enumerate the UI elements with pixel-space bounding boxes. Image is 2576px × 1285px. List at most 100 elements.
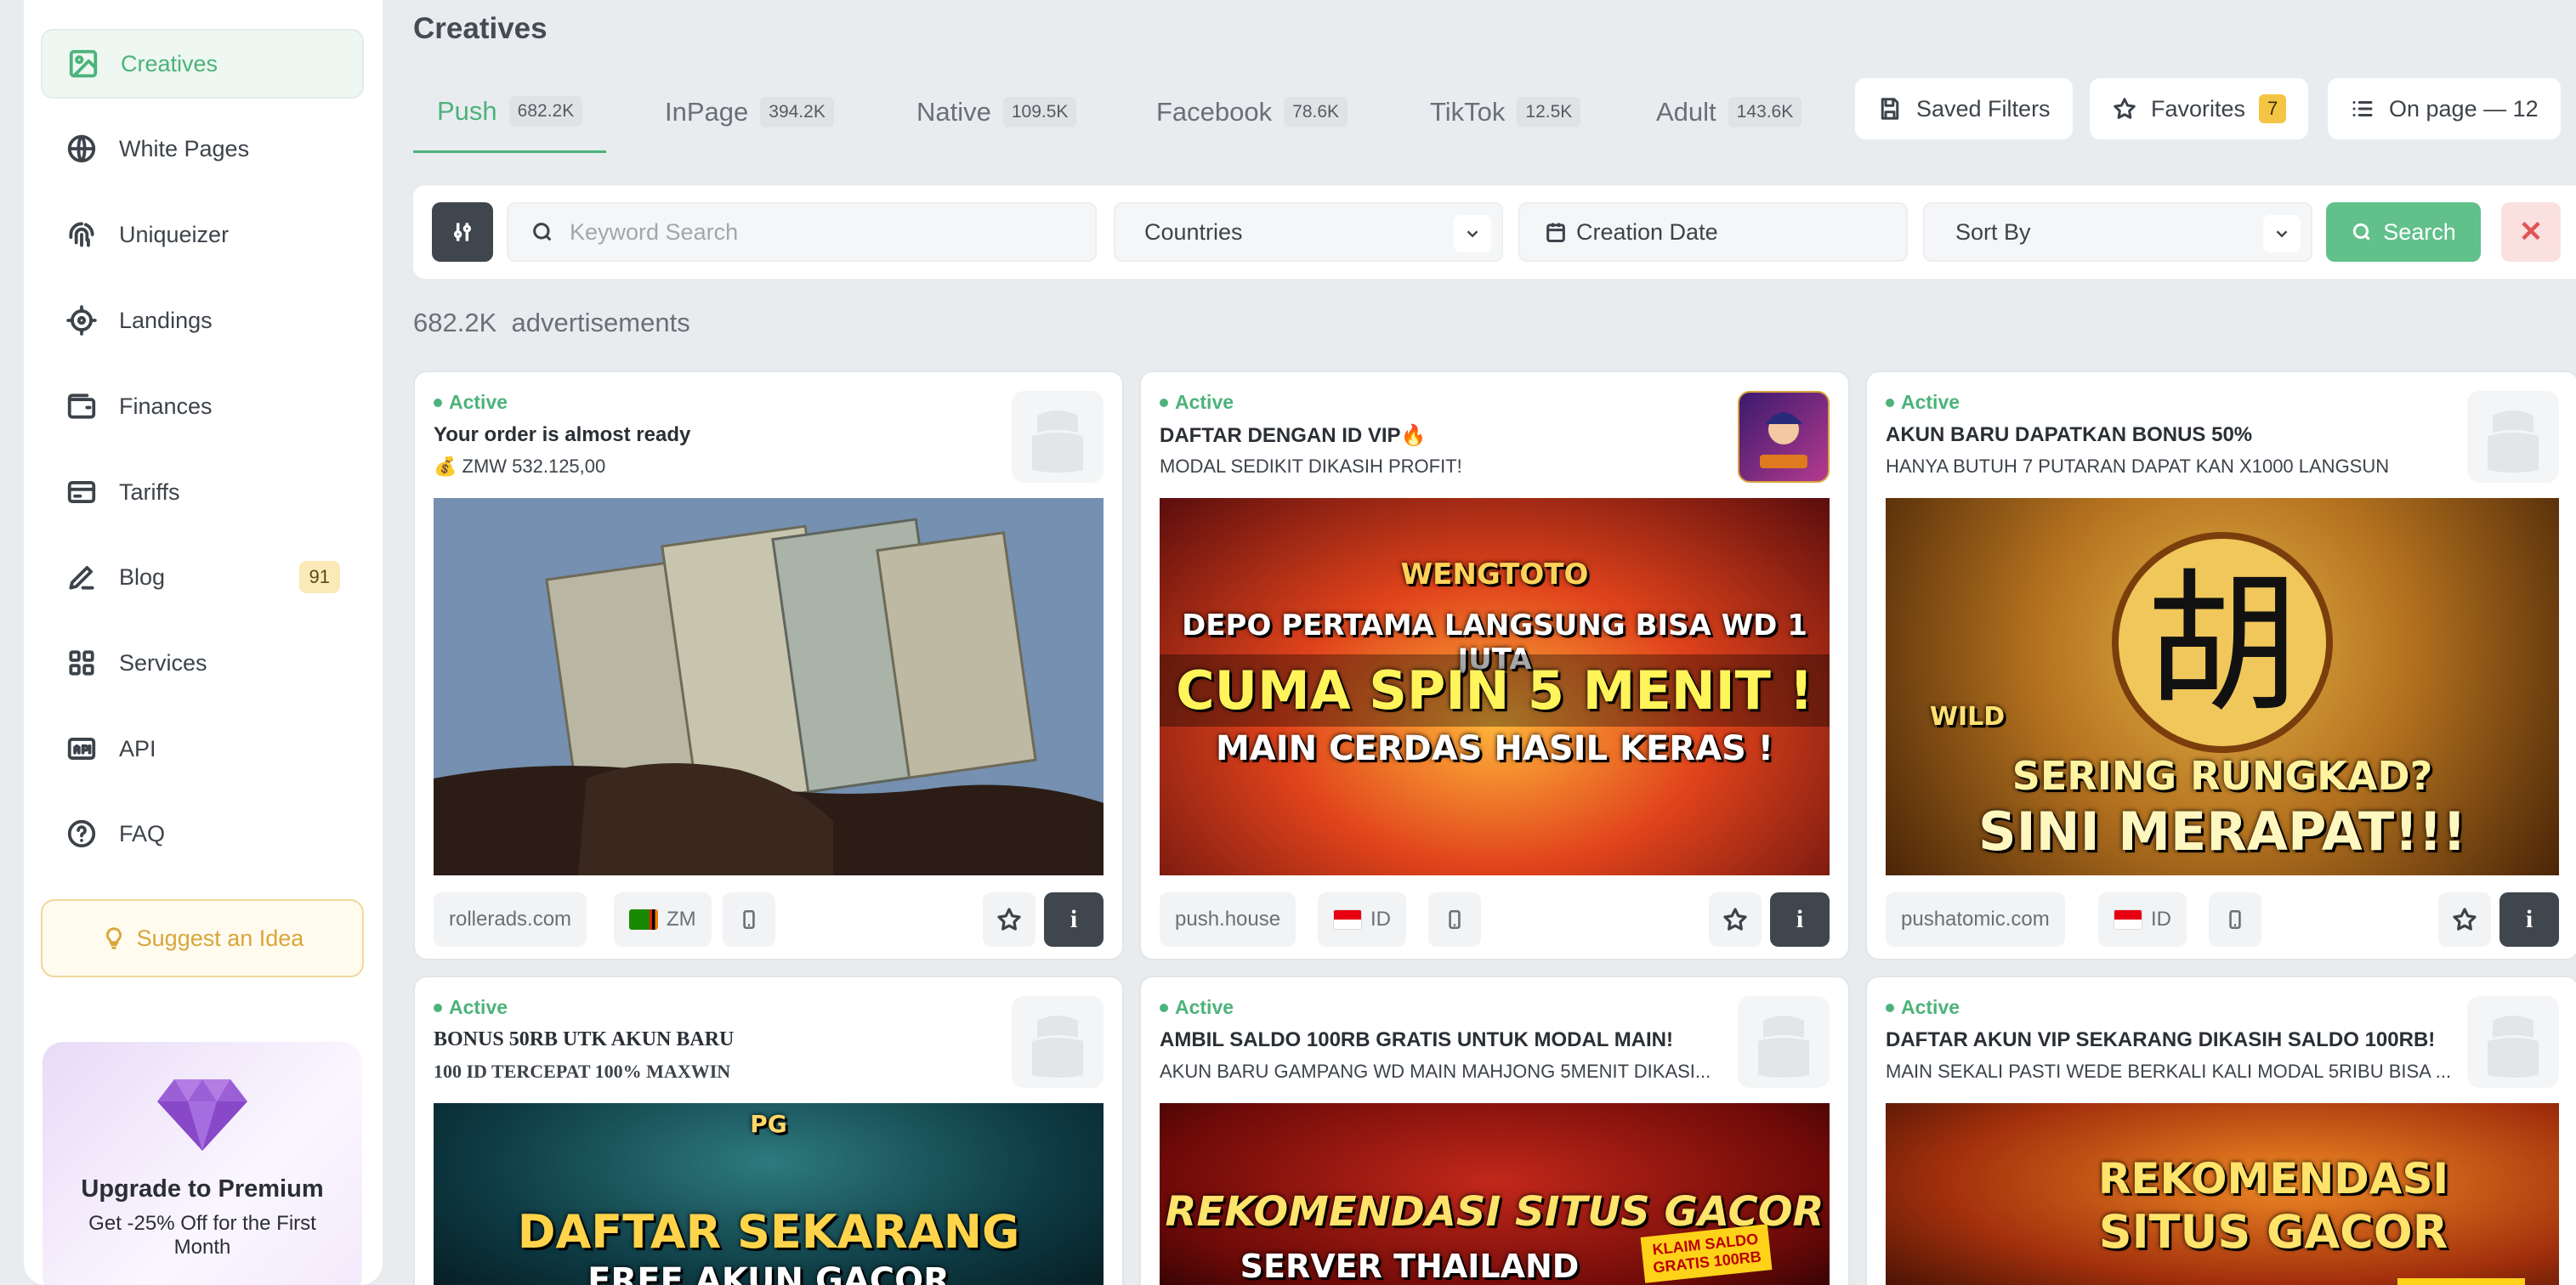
sidebar-item-services[interactable]: Services bbox=[41, 628, 364, 698]
tab-adult[interactable]: Adult 143.6K bbox=[1656, 71, 1802, 153]
banner-line3: MAIN CERDAS HASIL KERAS ! bbox=[1215, 729, 1773, 768]
sidebar-item-tariffs[interactable]: Tariffs bbox=[41, 457, 364, 527]
ad-card[interactable]: Active DAFTAR DENGAN ID VIP🔥 MODAL SEDIK… bbox=[1139, 371, 1850, 960]
ad-creative-image[interactable]: 胡 WILD SERING RUNGKAD? SINI MERAPAT!!! bbox=[1886, 498, 2559, 875]
status-badge: Active bbox=[1886, 391, 1960, 414]
sidebar-item-landings[interactable]: Landings bbox=[41, 286, 364, 355]
favorite-button[interactable] bbox=[1709, 892, 1762, 947]
ad-subtitle: MODAL SEDIKIT DIKASIH PROFIT! bbox=[1160, 456, 1462, 477]
info-button[interactable]: i bbox=[1770, 892, 1830, 947]
ad-creative-image[interactable]: WENGTOTO DEPO PERTAMA LANGSUNG BISA WD 1… bbox=[1160, 498, 1830, 875]
favorites-button[interactable]: Favorites 7 bbox=[2090, 78, 2309, 139]
sidebar-item-label: Services bbox=[119, 649, 207, 676]
api-icon bbox=[65, 732, 99, 766]
flag-icon bbox=[629, 909, 658, 930]
creation-date-picker[interactable]: Creation Date bbox=[1518, 202, 1908, 262]
filter-settings-button[interactable] bbox=[432, 202, 493, 262]
sidebar-item-uniqueizer[interactable]: Uniqueizer bbox=[41, 200, 364, 269]
ad-card[interactable]: Active BONUS 50RB UTK AKUN BARU 100 ID T… bbox=[413, 976, 1124, 1285]
save-icon bbox=[1881, 98, 1899, 120]
tab-count: 109.5K bbox=[1002, 97, 1077, 127]
tab-tiktok[interactable]: TikTok 12.5K bbox=[1430, 71, 1581, 153]
mobile-device-chip[interactable] bbox=[723, 892, 775, 947]
info-button[interactable]: i bbox=[1044, 892, 1104, 947]
star-icon bbox=[1723, 908, 1747, 931]
info-icon: i bbox=[1070, 905, 1078, 933]
keyword-search-input[interactable]: Keyword Search bbox=[507, 202, 1097, 262]
country-chip[interactable]: ID bbox=[1318, 892, 1406, 947]
ad-card[interactable]: Active AMBIL SALDO 100RB GRATIS UNTUK MO… bbox=[1139, 976, 1850, 1285]
tab-label: TikTok bbox=[1430, 97, 1506, 127]
sidebar-item-finances[interactable]: Finances bbox=[41, 371, 364, 441]
tab-facebook[interactable]: Facebook 78.6K bbox=[1156, 71, 1348, 153]
game-character-icon bbox=[1760, 412, 1807, 468]
mobile-icon bbox=[2229, 909, 2241, 930]
sidebar-item-blog[interactable]: Blog 91 bbox=[41, 542, 364, 612]
mobile-device-chip[interactable] bbox=[1428, 892, 1481, 947]
info-button[interactable]: i bbox=[2499, 892, 2559, 947]
favorite-button[interactable] bbox=[983, 892, 1036, 947]
mobile-icon bbox=[1449, 909, 1461, 930]
sidebar-item-api[interactable]: API bbox=[41, 714, 364, 784]
ad-card[interactable]: Active DAFTAR AKUN VIP SEKARANG DIKASIH … bbox=[1865, 976, 2576, 1285]
ad-title: BONUS 50RB UTK AKUN BARU bbox=[434, 1028, 735, 1050]
ad-creative-image[interactable] bbox=[434, 498, 1104, 875]
countries-select[interactable]: Countries bbox=[1114, 202, 1503, 262]
tab-push[interactable]: Push 682.2K bbox=[413, 71, 607, 153]
advertiser-avatar bbox=[1738, 391, 1830, 483]
favorite-button[interactable] bbox=[2438, 892, 2491, 947]
clear-filters-button[interactable]: ✕ bbox=[2501, 202, 2561, 262]
premium-title: Upgrade to Premium bbox=[81, 1175, 324, 1203]
banner-line1: DAFTAR SEKARANG bbox=[517, 1205, 1020, 1259]
diamond-icon bbox=[157, 1079, 247, 1151]
chevron-down-icon bbox=[1454, 215, 1491, 252]
close-icon: ✕ bbox=[2518, 216, 2544, 248]
tab-bar: Push 682.2K InPage 394.2K Native 109.5K Fac… bbox=[413, 71, 1867, 153]
country-chip[interactable]: ZM bbox=[614, 892, 712, 947]
placeholder-avatar-icon bbox=[2467, 391, 2559, 483]
mobile-device-chip[interactable] bbox=[2209, 892, 2261, 947]
favorites-count-badge: 7 bbox=[2259, 94, 2287, 123]
banner-line2: SITUS GACOR bbox=[2098, 1205, 2448, 1259]
status-badge: Active bbox=[434, 996, 508, 1019]
results-count: 682.2K advertisements bbox=[413, 308, 690, 338]
ad-subtitle: HANYA BUTUH 7 PUTARAN DAPAT KAN X1000 LA… bbox=[1886, 456, 2390, 477]
ad-creative-image[interactable]: PG DAFTAR SEKARANG FREE AKUN GACOR bbox=[434, 1103, 1104, 1285]
keyword-placeholder: Keyword Search bbox=[570, 218, 739, 245]
tab-count: 682.2K bbox=[508, 95, 583, 127]
network-chip[interactable]: push.house bbox=[1160, 892, 1297, 947]
pen-icon bbox=[65, 560, 99, 594]
main-content: Creatives Push 682.2K InPage 394.2K Native… bbox=[413, 0, 2576, 1285]
tab-label: Adult bbox=[1656, 97, 1716, 127]
suggest-idea-button[interactable]: Suggest an Idea bbox=[41, 899, 364, 977]
sidebar-item-creatives[interactable]: Creatives bbox=[41, 29, 364, 99]
star-icon bbox=[2453, 908, 2477, 931]
banner-tag: KLAIM SALDO bbox=[2397, 1278, 2525, 1285]
search-button[interactable]: Search bbox=[2326, 202, 2481, 262]
ad-creative-image[interactable]: REKOMENDASI SITUS GACOR SERVER THAILAND … bbox=[1160, 1103, 1830, 1285]
ad-card[interactable]: Active Your order is almost ready 💰 ZMW … bbox=[413, 371, 1124, 960]
sidebar-item-white-pages[interactable]: White Pages bbox=[41, 114, 364, 184]
network-chip[interactable]: pushatomic.com bbox=[1886, 892, 2065, 947]
tab-inpage[interactable]: InPage 394.2K bbox=[665, 71, 834, 153]
banner-line2: SINI MERAPAT!!! bbox=[1977, 801, 2467, 863]
card-icon bbox=[65, 475, 99, 509]
saved-filters-label: Saved Filters bbox=[1916, 95, 2051, 122]
help-icon bbox=[65, 817, 99, 851]
placeholder-avatar-icon bbox=[1012, 391, 1104, 483]
sidebar-item-faq[interactable]: FAQ bbox=[41, 799, 364, 869]
wallet-icon bbox=[65, 389, 99, 423]
sidebar-item-label: Creatives bbox=[121, 50, 218, 76]
status-badge: Active bbox=[1886, 996, 1960, 1019]
flag-icon bbox=[1333, 909, 1362, 930]
ad-card[interactable]: Active AKUN BARU DAPATKAN BONUS 50% HANY… bbox=[1865, 371, 2576, 960]
premium-promo[interactable]: Upgrade to Premium Get -25% Off for the … bbox=[43, 1042, 362, 1285]
sort-by-select[interactable]: Sort By bbox=[1923, 202, 2312, 262]
per-page-select[interactable]: On page — 12 bbox=[2328, 78, 2561, 139]
ad-creative-image[interactable]: REKOMENDASI SITUS GACOR KLAIM SALDO bbox=[1886, 1103, 2559, 1285]
tab-native[interactable]: Native 109.5K bbox=[916, 71, 1077, 153]
country-chip[interactable]: ID bbox=[2098, 892, 2187, 947]
sidebar-item-label: Finances bbox=[119, 393, 213, 419]
network-chip[interactable]: rollerads.com bbox=[434, 892, 587, 947]
saved-filters-button[interactable]: Saved Filters bbox=[1855, 78, 2073, 139]
